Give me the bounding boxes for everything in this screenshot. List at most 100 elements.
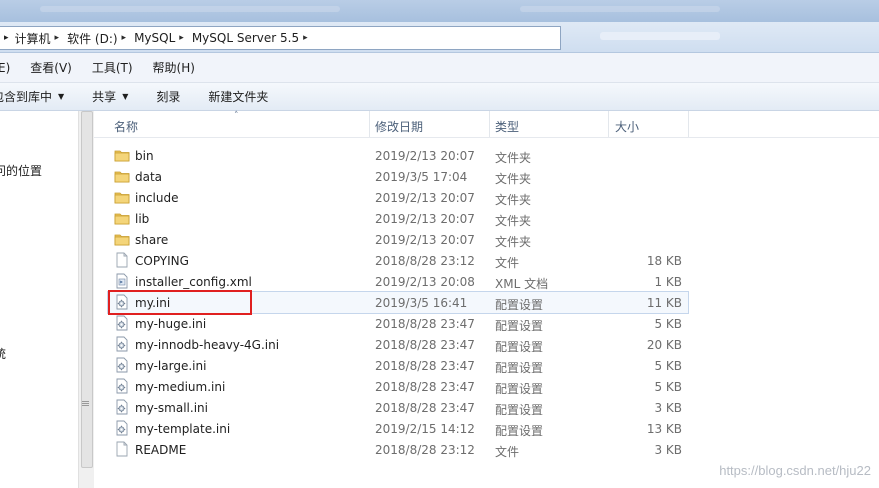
title-blur xyxy=(40,6,340,12)
menu-view[interactable]: 查看(V) xyxy=(30,59,72,76)
file-name: share xyxy=(135,233,169,247)
column-divider[interactable] xyxy=(688,111,689,137)
file-type: 配置设置 xyxy=(495,340,544,354)
column-divider[interactable] xyxy=(608,111,609,137)
breadcrumb-item-mysql[interactable]: MySQL ▸ xyxy=(134,31,192,45)
search-box-blur xyxy=(600,32,720,40)
file-row[interactable]: include 2019/2/13 20:07 文件夹 xyxy=(108,187,688,208)
config-file-icon xyxy=(114,315,130,331)
file-row[interactable]: data 2019/3/5 17:04 文件夹 xyxy=(108,166,688,187)
file-type: 文件 xyxy=(495,445,520,459)
file-type: 文件夹 xyxy=(495,193,532,207)
file-row[interactable]: my-template.ini 2019/2/15 14:12 配置设置 13 KB xyxy=(108,418,688,439)
chevron-right-icon[interactable]: ▸ xyxy=(55,33,60,43)
config-file-icon xyxy=(114,420,130,436)
file-modified-date: 2018/8/28 23:47 xyxy=(375,380,475,394)
file-size: 5 KB xyxy=(654,359,682,373)
file-name: data xyxy=(135,170,163,184)
burn-button[interactable]: 刻录 xyxy=(156,88,180,105)
file-name: bin xyxy=(135,149,154,163)
file-row[interactable]: my-huge.ini 2018/8/28 23:47 配置设置 5 KB xyxy=(108,313,688,334)
file-modified-date: 2018/8/28 23:12 xyxy=(375,254,475,268)
highlight-annotation xyxy=(108,290,252,315)
new-folder-button[interactable]: 新建文件夹 xyxy=(208,88,268,105)
file-row[interactable]: my-small.ini 2018/8/28 23:47 配置设置 3 KB xyxy=(108,397,688,418)
file-size: 5 KB xyxy=(654,380,682,394)
file-modified-date: 2019/2/13 20:08 xyxy=(375,275,475,289)
breadcrumb-item-drive[interactable]: 软件 (D:) ▸ xyxy=(67,30,134,47)
config-file-icon xyxy=(114,357,130,373)
file-name: my-medium.ini xyxy=(135,380,226,394)
address-bar: ▸ 计算机 ▸ 软件 (D:) ▸ MySQL ▸ MySQL Server 5… xyxy=(0,22,879,53)
file-name: my-huge.ini xyxy=(135,317,207,331)
file-type: 配置设置 xyxy=(495,361,544,375)
file-name: my-large.ini xyxy=(135,359,207,373)
file-size: 5 KB xyxy=(654,317,682,331)
file-size: 1 KB xyxy=(654,275,682,289)
scrollbar-thumb[interactable] xyxy=(81,111,93,468)
caret-down-icon: ▼ xyxy=(58,92,65,101)
file-row[interactable]: my-medium.ini 2018/8/28 23:47 配置设置 5 KB xyxy=(108,376,688,397)
column-header-name[interactable]: 名称 xyxy=(114,118,138,135)
file-name: installer_config.xml xyxy=(135,275,252,289)
menu-edit[interactable]: E) xyxy=(0,61,10,75)
chevron-right-icon[interactable]: ▸ xyxy=(179,33,184,43)
file-size: 18 KB xyxy=(646,254,682,268)
include-in-library-button[interactable]: 包含到库中 ▼ xyxy=(0,88,64,105)
config-file-icon xyxy=(114,378,130,394)
file-icon xyxy=(114,252,130,268)
column-header-size[interactable]: 大小 xyxy=(615,118,639,135)
config-file-icon xyxy=(114,336,130,352)
menu-tools[interactable]: 工具(T) xyxy=(92,59,133,76)
file-type: 配置设置 xyxy=(495,382,544,396)
column-divider[interactable] xyxy=(369,111,370,137)
file-name: COPYING xyxy=(135,254,189,268)
breadcrumb-label: MySQL Server 5.5 xyxy=(191,31,300,45)
breadcrumb-label: 软件 (D:) xyxy=(67,31,118,46)
menu-help[interactable]: 帮助(H) xyxy=(153,59,195,76)
column-header-modified[interactable]: 修改日期 xyxy=(375,118,423,135)
file-size: 3 KB xyxy=(654,401,682,415)
breadcrumb-item-computer[interactable]: 计算机 ▸ xyxy=(15,30,68,47)
watermark: https://blog.csdn.net/hju22 xyxy=(719,463,871,478)
file-row[interactable]: COPYING 2018/8/28 23:12 文件 18 KB xyxy=(108,250,688,271)
file-modified-date: 2018/8/28 23:12 xyxy=(375,443,475,457)
file-row[interactable]: README 2018/8/28 23:12 文件 3 KB xyxy=(108,439,688,460)
file-modified-date: 2019/2/15 14:12 xyxy=(375,422,475,436)
file-type: 配置设置 xyxy=(495,298,544,312)
file-size: 3 KB xyxy=(654,443,682,457)
nav-item-system[interactable]: 统 xyxy=(0,345,6,362)
column-divider[interactable] xyxy=(489,111,490,137)
file-type: 文件夹 xyxy=(495,235,532,249)
file-type: 文件夹 xyxy=(495,214,532,228)
column-header-type[interactable]: 类型 xyxy=(495,118,519,135)
nav-item-recent-places[interactable]: 问的位置 xyxy=(0,162,42,179)
file-type: 文件夹 xyxy=(495,151,532,165)
file-row[interactable]: share 2019/2/13 20:07 文件夹 xyxy=(108,229,688,250)
window-title-bar xyxy=(0,0,879,23)
chevron-right-icon[interactable]: ▸ xyxy=(122,33,127,43)
command-toolbar: 包含到库中 ▼ 共享 ▼ 刻录 新建文件夹 xyxy=(0,83,879,111)
file-row[interactable]: my-innodb-heavy-4G.ini 2018/8/28 23:47 配置设… xyxy=(108,334,688,355)
sort-up-icon: ˄ xyxy=(234,111,239,121)
file-row[interactable]: installer_config.xml 2019/2/13 20:08 XML 文… xyxy=(108,271,688,292)
file-row[interactable]: my-large.ini 2018/8/28 23:47 配置设置 5 KB xyxy=(108,355,688,376)
folder-icon xyxy=(114,168,130,184)
file-modified-date: 2018/8/28 23:47 xyxy=(375,359,475,373)
folder-icon xyxy=(114,147,130,163)
xml-file-icon xyxy=(114,273,130,289)
scroll-grip-icon xyxy=(82,401,89,402)
nav-scrollbar[interactable] xyxy=(78,111,94,488)
chevron-right-icon[interactable]: ▸ xyxy=(4,33,9,43)
share-button[interactable]: 共享 ▼ xyxy=(92,88,128,105)
chevron-right-icon[interactable]: ▸ xyxy=(303,33,308,43)
folder-icon xyxy=(114,231,130,247)
navigation-pane[interactable]: 问的位置 统 xyxy=(0,111,78,488)
breadcrumb-item-mysql-server[interactable]: MySQL Server 5.5 ▸ xyxy=(192,31,316,45)
file-type: 配置设置 xyxy=(495,424,544,438)
file-size: 20 KB xyxy=(646,338,682,352)
file-name: my-innodb-heavy-4G.ini xyxy=(135,338,280,352)
breadcrumb[interactable]: ▸ 计算机 ▸ 软件 (D:) ▸ MySQL ▸ MySQL Server 5… xyxy=(0,26,561,50)
file-row[interactable]: lib 2019/2/13 20:07 文件夹 xyxy=(108,208,688,229)
file-row[interactable]: bin 2019/2/13 20:07 文件夹 xyxy=(108,145,688,166)
